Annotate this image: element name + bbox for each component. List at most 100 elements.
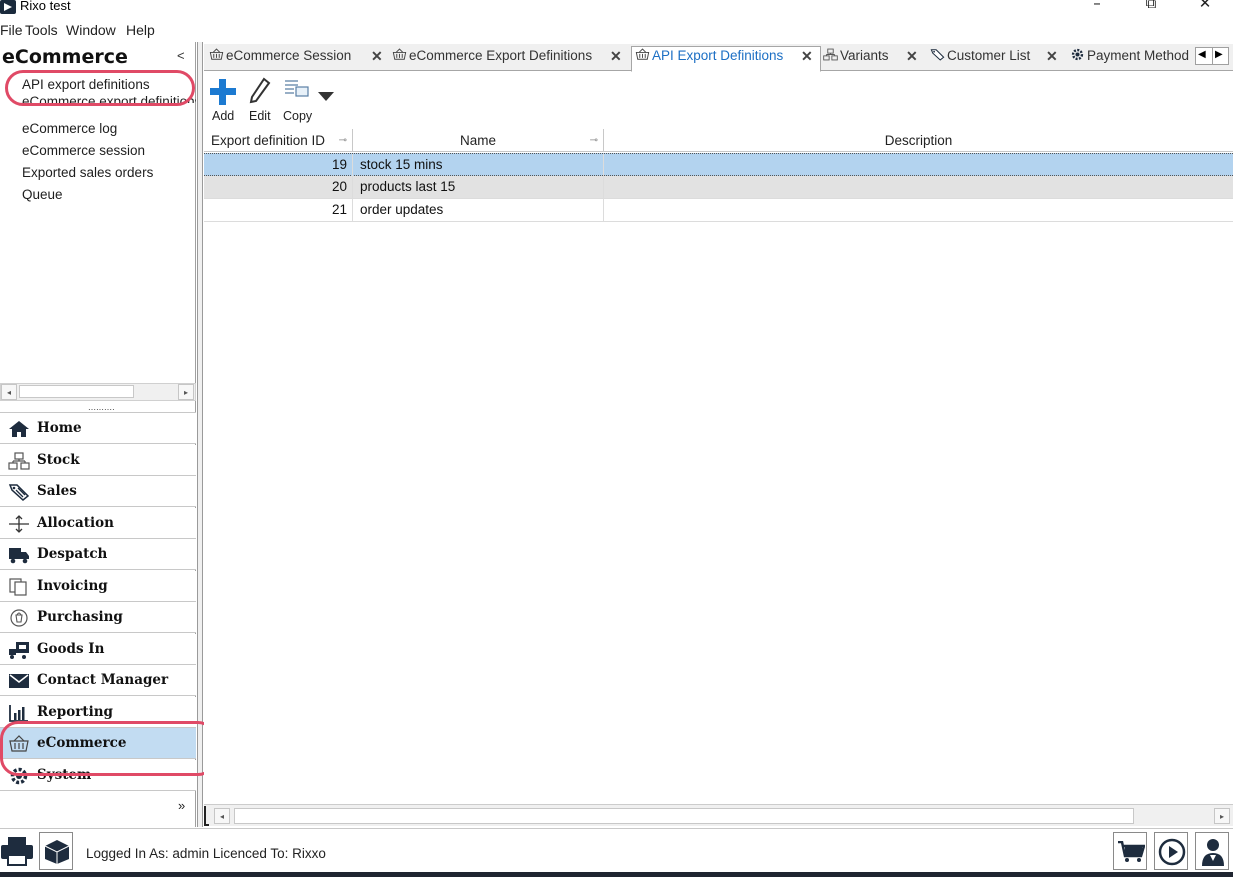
scroll-left-icon[interactable]: ◂ <box>214 808 230 824</box>
tab-ecommerce-export-definitions[interactable]: eCommerce Export Definitions ✕ <box>392 47 622 71</box>
divider <box>1212 47 1213 65</box>
scroll-left-icon[interactable]: ◂ <box>1 384 17 400</box>
collapse-panel-button[interactable]: < <box>177 48 185 63</box>
menu-bar: File Tools Window Help <box>0 21 1233 41</box>
module-despatch[interactable]: Despatch <box>0 539 196 570</box>
tab-strip: eCommerce Session ✕ eCommerce Export Def… <box>204 44 1233 72</box>
close-tab-icon[interactable]: ✕ <box>610 48 622 65</box>
module-home[interactable]: Home <box>0 413 196 444</box>
menu-window[interactable]: Window <box>66 22 116 38</box>
status-text: Logged In As: admin Licenced To: Rixxo <box>86 846 326 861</box>
home-icon <box>9 421 29 437</box>
package-button[interactable] <box>39 832 73 870</box>
menu-file[interactable]: File <box>0 22 23 38</box>
more-modules-button[interactable]: » <box>178 798 185 813</box>
cell-description <box>604 176 1233 198</box>
pin-icon[interactable]: ⊸ <box>339 129 347 152</box>
table-row[interactable]: 20 products last 15 <box>204 176 1233 199</box>
goods-in-icon <box>9 641 29 659</box>
restore-button[interactable]: ⧉ <box>1131 0 1171 16</box>
tab-scroll-buttons: ◀ ▶ <box>1195 47 1229 65</box>
tab-label: Payment Method <box>1087 48 1190 63</box>
printer-icon[interactable] <box>0 835 34 867</box>
module-label: Sales <box>37 483 77 499</box>
cell-id: 20 <box>204 176 353 198</box>
cell-description <box>604 199 1233 221</box>
header-label: Name <box>459 133 496 148</box>
close-tab-icon[interactable]: ✕ <box>801 48 813 65</box>
module-invoicing[interactable]: Invoicing <box>0 570 196 602</box>
nav-link-ecommerce-session[interactable]: eCommerce session <box>22 143 145 158</box>
close-tab-icon[interactable]: ✕ <box>1046 48 1058 65</box>
nav-horizontal-scrollbar[interactable]: ◂ ▸ <box>0 383 196 401</box>
add-button-label[interactable]: Add <box>212 109 234 123</box>
user-button[interactable] <box>1195 832 1229 870</box>
menu-tools[interactable]: Tools <box>25 22 58 38</box>
tab-label: API Export Definitions <box>652 48 784 63</box>
stock-icon <box>8 451 30 470</box>
sales-tag-icon <box>8 484 30 501</box>
module-goods-in[interactable]: Goods In <box>0 633 196 665</box>
column-header-id[interactable]: Export definition ID ⊸ <box>204 129 353 152</box>
tab-customer-list[interactable]: Customer List ✕ <box>930 47 1058 71</box>
module-purchasing[interactable]: Purchasing <box>0 602 196 633</box>
panel-header: eCommerce < <box>0 44 196 68</box>
table-row[interactable]: 21 order updates <box>204 199 1233 222</box>
purchasing-icon <box>10 609 28 627</box>
add-icon[interactable] <box>208 78 238 106</box>
basket-icon <box>392 48 407 60</box>
cart-icon <box>1118 841 1145 862</box>
close-window-button[interactable]: ✕ <box>1185 0 1225 16</box>
os-taskbar-edge <box>0 872 1233 877</box>
menu-help[interactable]: Help <box>126 22 155 38</box>
tab-ecommerce-session[interactable]: eCommerce Session ✕ <box>209 47 383 71</box>
pin-icon[interactable]: ⊸ <box>590 129 598 152</box>
play-button[interactable] <box>1154 832 1188 870</box>
cart-button[interactable] <box>1113 832 1147 870</box>
module-label: Reporting <box>37 703 113 720</box>
nav-link-ecommerce-log[interactable]: eCommerce log <box>22 121 117 136</box>
column-header-name[interactable]: Name ⊸ <box>353 129 604 152</box>
panel-splitter[interactable] <box>197 42 203 827</box>
scroll-right-icon[interactable]: ▸ <box>1214 808 1230 824</box>
resize-grip[interactable]: ‥‥‥‥‥ <box>88 403 115 412</box>
tab-label: eCommerce Export Definitions <box>409 48 593 63</box>
copy-dropdown-icon[interactable] <box>318 92 334 102</box>
nav-link-exported-sales-orders[interactable]: Exported sales orders <box>22 165 153 180</box>
nav-link-list: API export definitions eCommerce export … <box>0 75 196 381</box>
module-label: Contact Manager <box>37 672 169 688</box>
stock-icon <box>823 48 838 61</box>
scroll-thumb[interactable] <box>19 385 134 398</box>
tab-scroll-left-icon[interactable]: ◀ <box>1198 49 1206 60</box>
tab-label: Variants <box>840 48 889 63</box>
scroll-right-icon[interactable]: ▸ <box>178 384 194 400</box>
close-tab-icon[interactable]: ✕ <box>371 48 383 65</box>
module-contact-manager[interactable]: Contact Manager <box>0 665 196 696</box>
cell-name: products last 15 <box>353 176 604 198</box>
table-row[interactable]: 19 stock 15 mins <box>204 153 1233 176</box>
column-header-description[interactable]: Description <box>604 129 1233 152</box>
scroll-thumb[interactable] <box>234 808 1134 824</box>
close-tab-icon[interactable]: ✕ <box>906 48 918 65</box>
column-resize-marker <box>204 806 209 826</box>
header-label: Export definition ID <box>210 133 326 148</box>
envelope-icon <box>9 674 29 688</box>
tab-scroll-right-icon[interactable]: ▶ <box>1215 49 1223 60</box>
edit-button-label[interactable]: Edit <box>249 109 271 123</box>
panel-title: eCommerce <box>2 46 128 68</box>
tab-variants[interactable]: Variants ✕ <box>823 47 918 71</box>
module-allocation[interactable]: Allocation <box>0 507 196 539</box>
allocation-icon <box>9 514 29 533</box>
grid-horizontal-scrollbar[interactable]: ◂ ▸ <box>204 804 1233 826</box>
edit-pencil-icon[interactable] <box>248 77 272 105</box>
module-sales[interactable]: Sales <box>0 476 196 507</box>
nav-link-queue[interactable]: Queue <box>22 187 63 202</box>
module-label: Allocation <box>37 514 114 531</box>
status-bar: Logged In As: admin Licenced To: Rixxo <box>0 828 1233 877</box>
tab-api-export-definitions[interactable]: API Export Definitions ✕ <box>631 46 821 72</box>
copy-button-label[interactable]: Copy <box>283 109 312 123</box>
copy-icon[interactable] <box>284 78 312 98</box>
tab-payment-method[interactable]: Payment Method <box>1070 47 1194 71</box>
minimize-button[interactable]: – <box>1077 0 1117 16</box>
module-stock[interactable]: Stock <box>0 444 196 476</box>
